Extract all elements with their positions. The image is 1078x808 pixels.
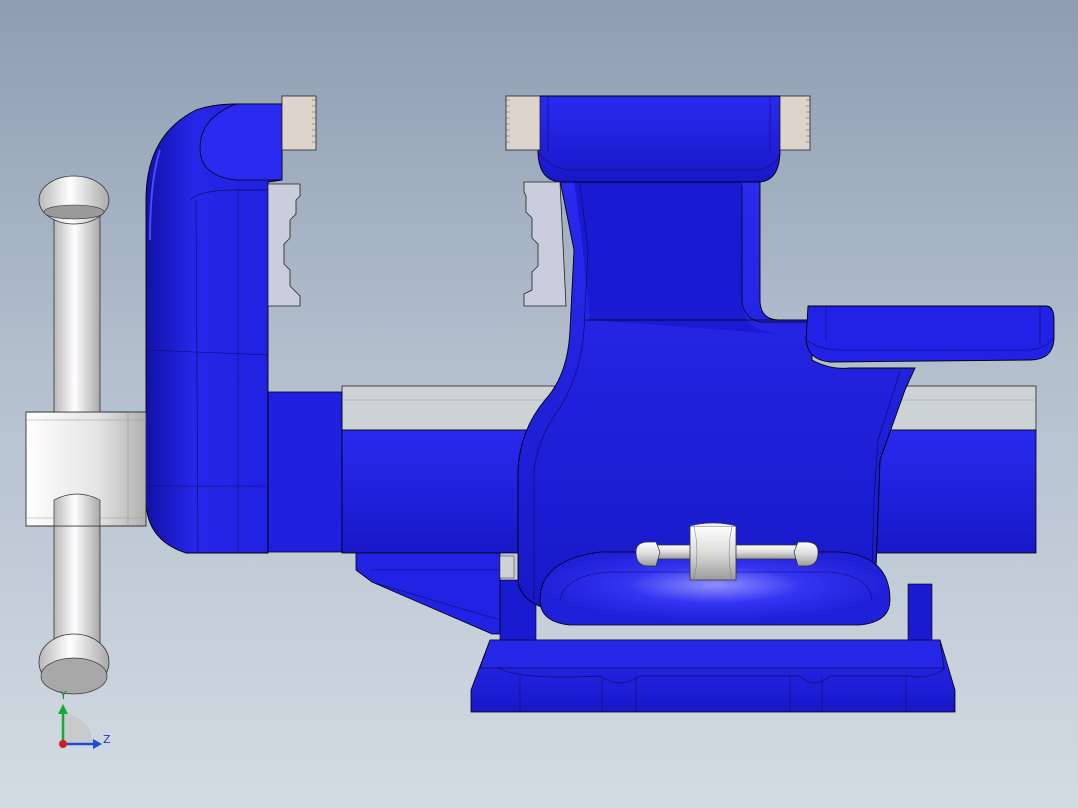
x-axis-origin — [59, 740, 67, 748]
spindle-handle[interactable] — [25, 175, 147, 695]
y-axis-label: Y — [60, 689, 67, 702]
rear-jaw-top[interactable] — [537, 95, 781, 183]
z-axis-label: Z — [103, 733, 111, 746]
graphics-viewport[interactable]: Y Z — [0, 0, 1078, 808]
vise-model[interactable] — [0, 0, 1078, 808]
front-jaw[interactable] — [145, 103, 283, 554]
front-jaw-skirt[interactable] — [355, 552, 515, 635]
coordinate-triad[interactable] — [58, 704, 102, 749]
anvil[interactable] — [805, 305, 1055, 363]
